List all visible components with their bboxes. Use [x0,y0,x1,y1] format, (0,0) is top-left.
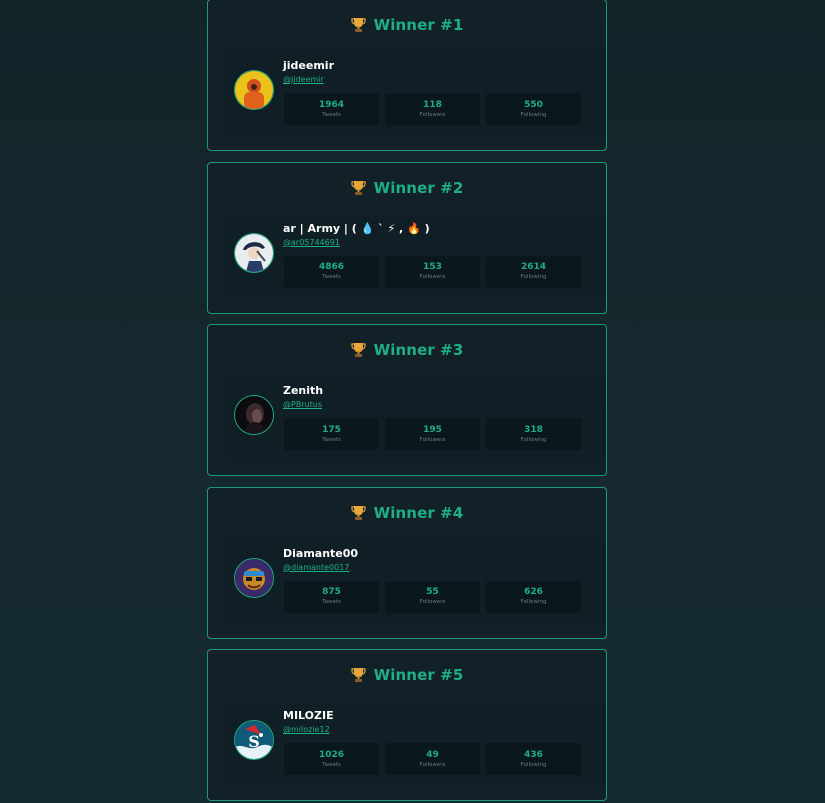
avatar[interactable] [234,557,274,598]
stat-label: Followers [419,761,446,768]
winner-title: Winner #5 [373,666,464,684]
avatar[interactable] [234,70,274,110]
stat-label: Tweets [322,111,341,118]
winner-card: Winner #4 Diamante00 @diamante0017 875 T… [207,486,607,639]
stat-label: Tweets [322,274,341,280]
stat-value: 2614 [520,262,547,272]
user-name: Diamante00 [283,546,359,560]
winner-card: Winner #1 jideemir @jideemir 1964 Tweets… [207,0,607,151]
stat-value: 550 [524,99,543,110]
stat-label: Tweets [322,436,341,443]
winner-profile: Diamante00 @diamante0017 875 Tweets 55 F… [226,537,606,624]
stat-label: Following [520,436,547,443]
trophy-icon [351,17,366,33]
stats-row: 875 Tweets 55 Followers 626 Following [284,580,581,613]
stat-value: 436 [524,749,543,760]
winner-card: Winner #2 ar | Army | ( 💧 ` ⚡ , 🔥 ) @ar0… [207,161,607,314]
stat-followers: 195 Followers [385,418,480,450]
stat-label: Following [520,761,547,768]
stat-following: 626 Following [486,580,581,613]
card-header: Winner #4 [208,488,606,538]
stat-followers: 49 Followers [385,743,480,775]
avatar[interactable]: S [234,720,274,760]
stat-value: 1964 [318,99,345,110]
stat-following: 2614 Following [486,255,581,288]
stat-followers: 153 Followers [385,255,480,288]
card-header: Winner #3 [208,325,606,375]
trophy-icon [351,342,366,358]
stat-value: 153 [423,262,442,272]
stats-row: 1026 Tweets 49 Followers 436 Following [284,743,581,775]
avatar[interactable] [234,232,274,273]
stat-value: 118 [423,99,442,110]
stat-value: 195 [423,424,442,435]
winners-list: Winner #1 jideemir @jideemir 1964 Tweets… [207,0,607,803]
winner-title: Winner #3 [373,341,464,359]
stat-following: 318 Following [486,418,581,450]
stat-tweets: 875 Tweets [284,580,379,613]
stat-followers: 55 Followers [385,580,480,613]
user-name: jideemir [283,59,334,72]
trophy-icon [351,505,366,521]
stats-row: 175 Tweets 195 Followers 318 Following [284,418,581,450]
avatar[interactable] [234,395,274,435]
stat-value: 175 [322,424,341,435]
user-handle-link[interactable]: @PBrutus [283,400,322,409]
trophy-icon [351,180,366,196]
stat-label: Followers [419,436,446,443]
stat-following: 550 Following [486,93,581,125]
stat-value: 4866 [318,262,345,272]
stat-value: 626 [524,587,543,597]
stat-following: 436 Following [486,743,581,775]
winner-profile: ar | Army | ( 💧 ` ⚡ , 🔥 ) @ar05744691 48… [226,212,606,299]
winner-title: Winner #1 [373,16,464,34]
winner-profile: S MILOZIE @milozie12 1026 Tweets 49 Foll… [226,700,606,786]
stat-value: 318 [524,424,543,435]
winner-profile: Zenith @PBrutus 175 Tweets 195 Followers… [226,375,606,461]
stat-tweets: 4866 Tweets [284,255,379,288]
user-name: ar | Army | ( 💧 ` ⚡ , 🔥 ) [283,221,430,235]
stat-label: Followers [419,274,446,280]
stat-tweets: 1964 Tweets [284,93,379,125]
stat-label: Tweets [322,599,341,605]
winner-card: Winner #3 Zenith @PBrutus 175 Tweets 195… [207,324,607,476]
stat-followers: 118 Followers [385,93,480,125]
stat-tweets: 1026 Tweets [284,743,379,775]
stat-value: 875 [322,587,341,597]
user-handle-link[interactable]: @ar05744691 [283,238,340,247]
stat-label: Followers [419,111,446,118]
stat-label: Following [520,599,547,605]
user-handle-link[interactable]: @milozie12 [283,725,330,734]
winner-profile: jideemir @jideemir 1964 Tweets 118 Follo… [226,50,606,136]
user-name: MILOZIE [283,709,334,722]
winner-card: Winner #5 S MILOZIE @milozie12 1026 Twee… [207,649,607,801]
stat-value: 1026 [318,749,345,760]
user-name: Zenith [283,384,324,397]
user-handle-link[interactable]: @jideemir [283,75,324,84]
winner-title: Winner #2 [373,178,464,197]
stat-label: Followers [419,599,446,605]
card-header: Winner #5 [208,650,606,700]
stat-label: Following [520,274,547,280]
s-logo-letter: S [248,732,260,751]
stats-row: 1964 Tweets 118 Followers 550 Following [284,93,581,125]
card-header: Winner #1 [208,0,606,50]
stat-value: 55 [426,587,439,597]
card-header: Winner #2 [208,163,606,213]
winner-title: Winner #4 [373,503,464,522]
stat-value: 49 [426,749,439,760]
page: Winner #1 jideemir @jideemir 1964 Tweets… [0,0,825,803]
stat-label: Tweets [322,761,341,768]
stat-tweets: 175 Tweets [284,418,379,450]
stats-row: 4866 Tweets 153 Followers 2614 Following [284,255,581,288]
user-handle-link[interactable]: @diamante0017 [283,563,349,572]
trophy-icon [351,667,366,683]
stat-label: Following [520,111,547,118]
